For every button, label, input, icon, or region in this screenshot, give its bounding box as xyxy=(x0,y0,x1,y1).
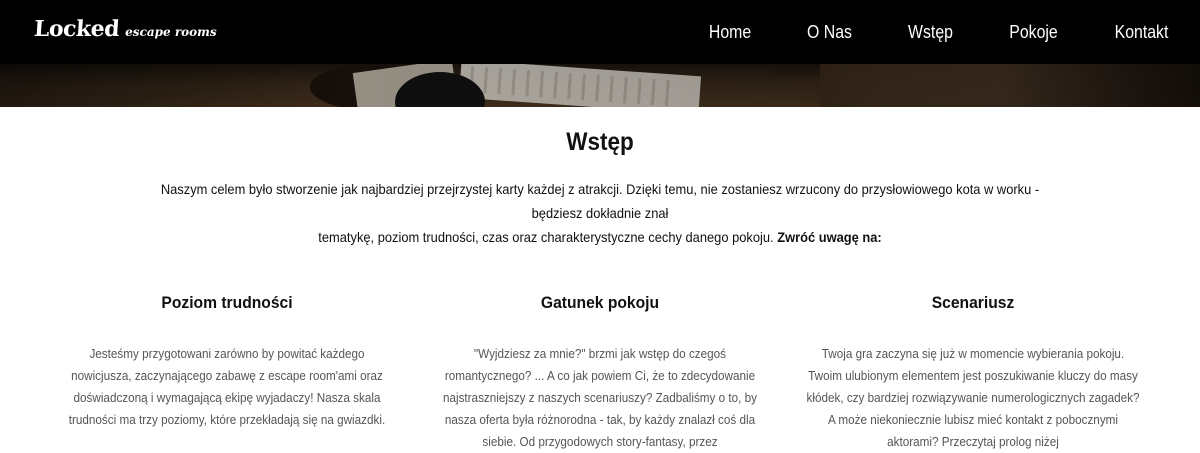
navbar: Locked escape rooms Home O Nas Wstęp Pok… xyxy=(0,0,1200,64)
feature-title: Scenariusz xyxy=(931,293,1015,312)
nav-pokoje[interactable]: Pokoje xyxy=(1009,22,1057,43)
section-title: Wstęp xyxy=(566,128,634,156)
intro-line-1: Naszym celem było stworzenie jak najbard… xyxy=(160,181,1040,221)
feature-column-difficulty: Poziom trudności Jesteśmy przygotowani z… xyxy=(42,293,412,431)
hero-image-strip xyxy=(0,59,1200,107)
intro-emphasis: Zwróć uwagę na: xyxy=(777,229,882,245)
nav-o-nas[interactable]: O Nas xyxy=(807,22,852,43)
logo-main-text: Locked xyxy=(33,16,121,42)
feature-text: Twoja gra zaczyna się już w momencie wyb… xyxy=(806,346,1140,449)
logo-sub-text: escape rooms xyxy=(125,25,217,39)
logo[interactable]: Locked escape rooms xyxy=(33,16,217,42)
feature-title: Gatunek pokoju xyxy=(540,293,660,312)
intro-line-2: tematykę, poziom trudności, czas oraz ch… xyxy=(318,229,778,245)
feature-column-scenario: Scenariusz Twoja gra zaczyna się już w m… xyxy=(788,293,1158,453)
nav-wstep[interactable]: Wstęp xyxy=(908,22,953,43)
feature-column-genre: Gatunek pokoju "Wyjdziesz za mnie?" brzm… xyxy=(415,293,785,453)
nav-kontakt[interactable]: Kontakt xyxy=(1115,22,1169,43)
site-header: Locked escape rooms Home O Nas Wstęp Pok… xyxy=(0,0,1200,107)
feature-text: Jesteśmy przygotowani zarówno by powitać… xyxy=(68,346,386,427)
feature-title: Poziom trudności xyxy=(161,293,293,312)
main-nav: Home O Nas Wstęp Pokoje Kontakt xyxy=(656,0,1172,64)
intro-text: Naszym celem było stworzenie jak najbard… xyxy=(140,177,1060,249)
nav-home[interactable]: Home xyxy=(709,22,751,43)
feature-text: "Wyjdziesz za mnie?" brzmi jak wstęp do … xyxy=(442,346,758,449)
